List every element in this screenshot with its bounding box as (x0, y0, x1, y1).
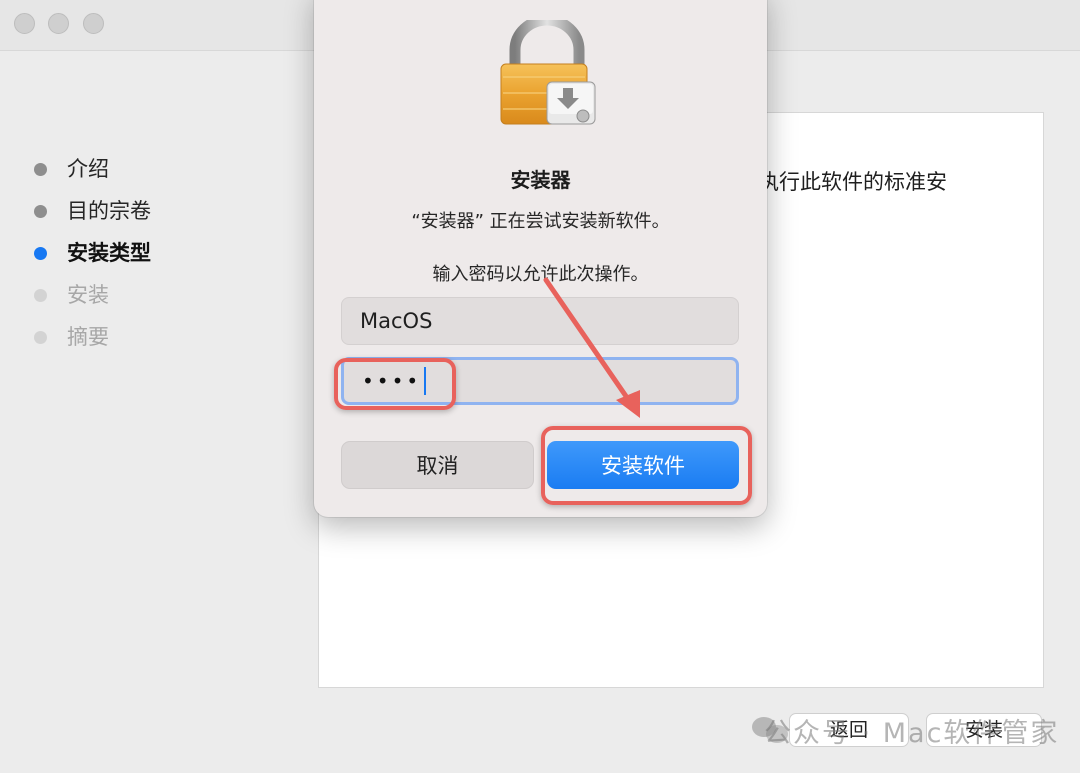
step-status-dot (34, 162, 47, 176)
username-field[interactable]: MacOS (341, 297, 739, 345)
dialog-prompt: 输入密码以允许此次操作。 (432, 264, 649, 285)
step-label: 摘要 (67, 325, 109, 349)
username-value: MacOS (360, 309, 433, 333)
zoom-window-button[interactable] (83, 13, 104, 34)
step-introduction: 介绍 (34, 148, 151, 190)
step-destination: 目的宗卷 (34, 190, 151, 232)
step-status-dot (34, 204, 47, 218)
step-installation-type: 安装类型 (34, 232, 151, 274)
dialog-title: 安装器 (510, 168, 571, 192)
minimize-window-button[interactable] (48, 13, 69, 34)
step-label: 目的宗卷 (67, 199, 151, 223)
step-status-dot (34, 330, 47, 344)
cancel-button[interactable]: 取消 (341, 441, 534, 489)
password-highlight-annotation (334, 358, 456, 410)
step-installation: 安装 (34, 274, 151, 316)
install-button-highlight-annotation (541, 426, 752, 505)
step-status-dot (34, 246, 47, 260)
installer-disk-icon (546, 81, 596, 125)
installer-steps: 介绍 目的宗卷 安装类型 安装 摘要 (34, 148, 151, 358)
dialog-message: “安装器” 正在尝试安装新软件。 (411, 211, 670, 232)
watermark-text: 公众号 · Mac软件管家 (764, 717, 1060, 749)
step-label: 介绍 (67, 157, 109, 181)
lock-icon (500, 20, 596, 125)
step-label: 安装类型 (67, 241, 151, 265)
step-label: 安装 (67, 283, 109, 307)
step-status-dot (34, 288, 47, 302)
close-window-button[interactable] (14, 13, 35, 34)
step-summary: 摘要 (34, 316, 151, 358)
watermark: 公众号 · Mac软件管家 (752, 708, 1057, 752)
content-body-text: 执行此软件的标准安 (758, 170, 947, 194)
